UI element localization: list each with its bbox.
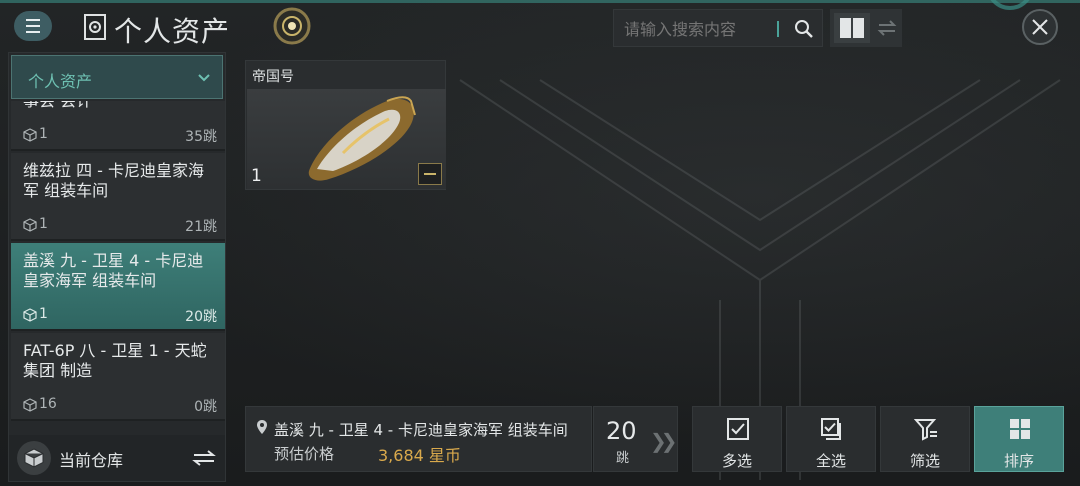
cube-icon [23, 128, 37, 142]
list-item-name: FAT-6P 八 - 卫星 1 - 天蛇集团 制造 [23, 341, 207, 380]
jump-unit: 跳 [616, 451, 630, 466]
page-title: 个人资产 [114, 15, 231, 48]
sort-button[interactable]: 排序 [974, 406, 1064, 472]
asset-type-dropdown[interactable]: 个人资产 [11, 55, 223, 99]
hamburger-icon [26, 17, 40, 35]
item-remove-button[interactable] [418, 163, 442, 185]
grid-view-icon [840, 18, 864, 38]
search-divider [777, 21, 779, 37]
grid-view-button[interactable] [834, 13, 870, 43]
cube-icon [23, 308, 37, 322]
list-view-button[interactable] [874, 13, 900, 43]
minus-icon [424, 173, 436, 175]
location-pin-icon [257, 420, 267, 434]
multi-select-button[interactable]: 多选 [692, 406, 782, 472]
dropdown-label: 个人资产 [28, 72, 93, 91]
cube-icon [23, 218, 37, 232]
select-all-icon [821, 418, 841, 440]
cube-icon [23, 398, 37, 412]
current-warehouse-label: 当前仓库 [59, 451, 124, 470]
close-button[interactable] [1022, 9, 1058, 45]
list-item-jumps: 20跳 [185, 309, 217, 325]
filter-icon [914, 419, 937, 441]
estimated-price-value: 3,684 星币 [378, 446, 461, 465]
current-warehouse-bar[interactable]: 当前仓库 [9, 435, 225, 481]
estimated-price-label: 预估价格 [274, 445, 335, 463]
item-name: 帝国号 [252, 69, 294, 85]
list-item-jumps: 21跳 [185, 219, 217, 235]
search-box[interactable] [613, 9, 823, 47]
top-accent-line [0, 0, 1080, 3]
location-name: 盖溪 九 - 卫星 4 - 卡尼迪皇家海军 组装车间 [274, 421, 568, 439]
sort-label: 排序 [1003, 452, 1034, 470]
top-bar: 个人资产 [0, 0, 1080, 56]
item-image [247, 89, 446, 189]
chevron-down-icon [198, 74, 210, 82]
list-item-count: 1 [39, 216, 48, 232]
multi-select-label: 多选 [721, 452, 752, 470]
jump-count: 20 [606, 417, 637, 445]
sidebar: 个人资产 艾莱迪亚 - 卫星 3 - 伯河理事会 会计 1 35跳 维兹拉 四 … [8, 52, 226, 482]
item-card[interactable]: 帝国号 1 [245, 60, 446, 190]
swap-arrows-icon [877, 20, 897, 36]
list-item-count: 16 [39, 396, 57, 412]
list-item[interactable]: 维兹拉 四 - 卡尼迪皇家海军 组装车间 1 21跳 [11, 153, 225, 241]
select-all-button[interactable]: 全选 [786, 406, 876, 472]
menu-button[interactable] [14, 11, 52, 41]
list-item-jumps: 0跳 [194, 399, 217, 415]
search-icon[interactable] [794, 19, 814, 39]
multi-select-icon [727, 418, 749, 440]
close-icon [1032, 19, 1048, 35]
warehouse-icon [17, 441, 51, 475]
jump-panel[interactable]: 20 跳 ❯❯ [593, 406, 678, 472]
sort-icon [1010, 419, 1030, 439]
item-quantity: 1 [251, 166, 262, 186]
location-panel: 盖溪 九 - 卫星 4 - 卡尼迪皇家海军 组装车间 预估价格 3,684 星币 [245, 406, 592, 472]
list-item-jumps: 35跳 [185, 129, 217, 145]
switch-icon[interactable] [191, 447, 217, 469]
list-item-count: 1 [39, 306, 48, 322]
search-input[interactable] [624, 17, 774, 41]
filter-label: 筛选 [909, 452, 940, 470]
list-item[interactable]: 艾莱迪亚 - 卫星 3 - 伯河理事会 会计 1 35跳 [11, 101, 225, 151]
list-item[interactable]: FAT-6P 八 - 卫星 1 - 天蛇集团 制造 16 0跳 [11, 333, 225, 421]
list-item-selected[interactable]: 盖溪 九 - 卫星 4 - 卡尼迪皇家海军 组装车间 1 20跳 [11, 243, 225, 331]
list-item-name: 艾莱迪亚 - 卫星 3 - 伯河理事会 会计 [23, 101, 219, 111]
list-item-name: 维兹拉 四 - 卡尼迪皇家海军 组装车间 [23, 161, 205, 200]
double-chevron-right-icon: ❯❯ [650, 429, 677, 453]
list-item-name: 盖溪 九 - 卫星 4 - 卡尼迪皇家海军 组装车间 [23, 251, 204, 290]
assets-icon [84, 14, 106, 40]
list-item-count: 1 [39, 126, 48, 142]
location-list[interactable]: 艾莱迪亚 - 卫星 3 - 伯河理事会 会计 1 35跳 维兹拉 四 - 卡尼迪… [11, 101, 225, 435]
filter-button[interactable]: 筛选 [880, 406, 970, 472]
ship-icon [308, 96, 416, 181]
emblem-icon [273, 7, 311, 45]
select-all-label: 全选 [815, 452, 846, 470]
view-toggle [830, 9, 902, 47]
